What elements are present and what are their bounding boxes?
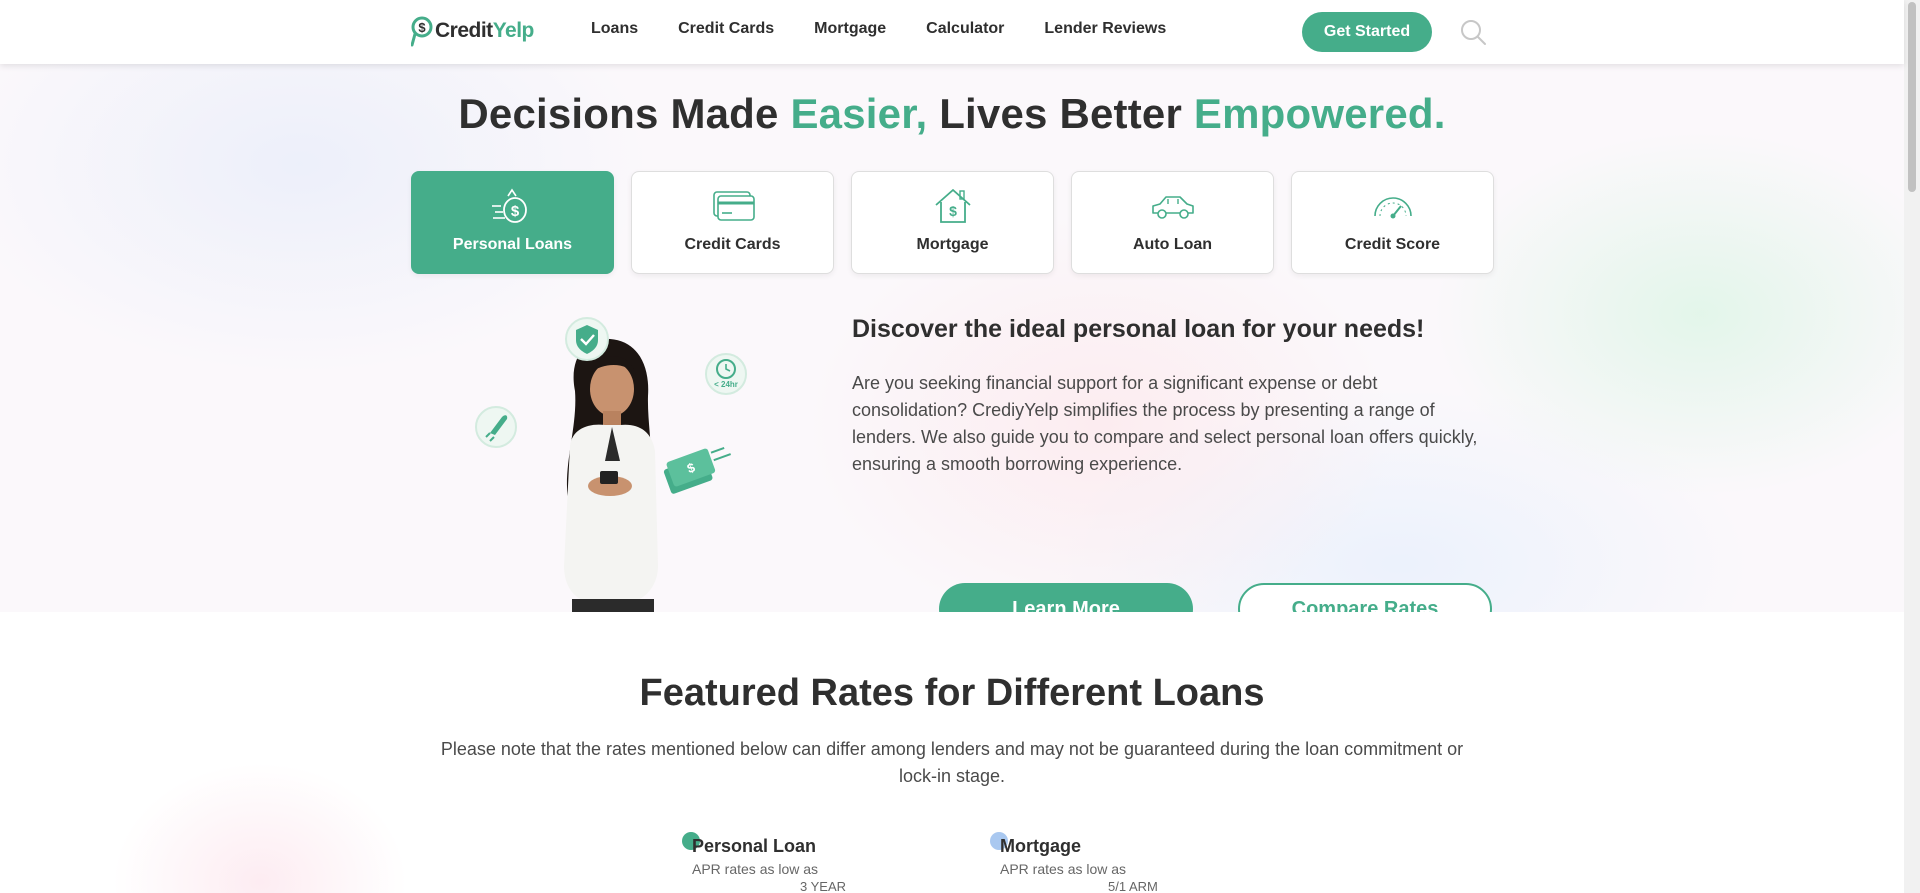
- rate-card-term: 3 YEAR: [800, 879, 847, 893]
- search-icon[interactable]: [1459, 18, 1487, 46]
- nav-lender-reviews[interactable]: Lender Reviews: [1044, 20, 1166, 38]
- hero-heading: Discover the ideal personal loan for you…: [852, 315, 1425, 343]
- tab-personal-loans[interactable]: $ Personal Loans: [411, 171, 614, 274]
- logo-text: CreditYelp: [435, 19, 534, 42]
- tab-credit-score[interactable]: Credit Score: [1291, 171, 1494, 274]
- svg-text:$: $: [949, 203, 957, 219]
- featured-title: Featured Rates for Different Loans: [639, 672, 1265, 714]
- woman-with-phone-illustration: < 24hr $: [475, 317, 747, 612]
- top-navbar: $ CreditYelp Loans Credit Cards Mortgage…: [0, 0, 1904, 64]
- rate-card-title: Mortgage: [1000, 836, 1081, 856]
- gauge-icon: [1373, 197, 1412, 219]
- house-icon: $: [934, 189, 971, 223]
- tab-mortgage[interactable]: $ Mortgage: [851, 171, 1054, 274]
- nav-loans[interactable]: Loans: [591, 20, 638, 38]
- badge-24hr-text: < 24hr: [714, 380, 738, 389]
- main-nav: Loans Credit Cards Mortgage Calculator L…: [591, 20, 1206, 38]
- logo[interactable]: $ CreditYelp: [411, 14, 534, 48]
- tab-credit-cards[interactable]: Credit Cards: [631, 171, 834, 274]
- personal-loan-rate-card[interactable]: Personal Loan APR rates as low as 3 YEAR: [682, 832, 922, 893]
- rate-card-title: Personal Loan: [692, 836, 817, 856]
- featured-note: Please note that the rates mentioned bel…: [440, 739, 1464, 786]
- featured-rates-section: Featured Rates for Different Loans Pleas…: [0, 612, 1904, 893]
- tab-auto-loan[interactable]: Auto Loan: [1071, 171, 1274, 274]
- svg-text:$: $: [510, 203, 519, 220]
- nav-mortgage[interactable]: Mortgage: [814, 20, 886, 38]
- tab-label: Credit Score: [1344, 236, 1441, 253]
- money-bag-icon: $: [491, 188, 527, 223]
- scrollbar-thumb[interactable]: [1908, 2, 1916, 192]
- nav-calculator[interactable]: Calculator: [926, 20, 1004, 38]
- tab-label: Mortgage: [916, 236, 989, 253]
- rate-card-subtitle: APR rates as low as: [692, 861, 819, 877]
- rate-card-term: 5/1 ARM: [1108, 879, 1158, 893]
- page-scrollbar[interactable]: [1904, 0, 1920, 893]
- hero-section: Decisions Made Easier, Lives Better Empo…: [0, 64, 1904, 635]
- hero-title: Decisions Made Easier, Lives Better Empo…: [458, 90, 1446, 137]
- tab-label: Personal Loans: [452, 236, 573, 253]
- credit-card-icon: [712, 191, 755, 221]
- nav-credit-cards[interactable]: Credit Cards: [678, 20, 774, 38]
- hero-description: Are you seeking financial support for a …: [852, 373, 1478, 474]
- tab-label: Auto Loan: [1132, 236, 1213, 253]
- get-started-button[interactable]: Get Started: [1302, 12, 1432, 52]
- mortgage-rate-card[interactable]: Mortgage APR rates as low as 5/1 ARM: [990, 832, 1230, 893]
- dollar-magnifier-icon: $: [411, 16, 433, 47]
- loan-category-tabs: $ Personal Loans Credit Cards $ Mortgage…: [411, 171, 1511, 274]
- car-icon: [1151, 196, 1194, 219]
- tab-label: Credit Cards: [684, 236, 781, 253]
- svg-text:$: $: [418, 20, 426, 35]
- rate-card-subtitle: APR rates as low as: [1000, 861, 1127, 877]
